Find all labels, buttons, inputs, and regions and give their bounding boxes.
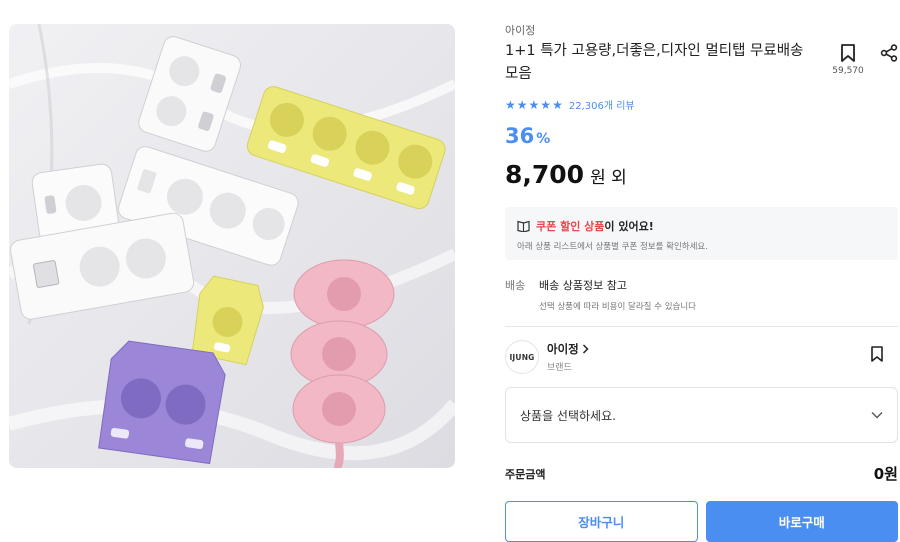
share-icon	[880, 44, 898, 62]
wishlist: 59,570	[830, 44, 866, 76]
brand-link-top[interactable]: 아이정	[505, 22, 535, 38]
coupon-icon	[517, 220, 530, 232]
star-icon: ★	[516, 97, 528, 112]
brand-bookmark-button[interactable]	[870, 346, 884, 362]
rating[interactable]: ★ ★ ★ ★ ★ 22,306개 리뷰	[505, 97, 635, 113]
brand-text[interactable]: 아이정 브랜드	[547, 341, 589, 373]
star-icon: ★	[540, 97, 552, 112]
product-image[interactable]	[9, 24, 455, 468]
brand-name-link[interactable]: 아이정	[547, 341, 589, 357]
brand-sub: 브랜드	[547, 363, 572, 373]
divider	[505, 326, 898, 327]
coupon-notice: 쿠폰 할인 상품이 있어요! 아래 상품 리스트에서 상품별 쿠폰 정보를 확인…	[505, 207, 898, 260]
order-total-value: 0원	[873, 465, 898, 483]
shipping-label: 배송	[505, 279, 526, 292]
product-photo	[9, 24, 455, 468]
shipping-main: 배송 상품정보 참고	[539, 279, 627, 292]
option-select[interactable]: 상품을 선택하세요.	[505, 387, 898, 443]
discount-value: 36	[505, 124, 535, 148]
brand-row: IJUNG 아이정 브랜드	[505, 338, 898, 376]
chevron-right-icon	[582, 344, 589, 354]
bookmark-icon	[871, 346, 883, 362]
star-icon: ★	[505, 97, 516, 112]
coupon-highlight: 쿠폰 할인 상품	[536, 220, 605, 233]
bookmark-icon	[841, 44, 855, 62]
discount-rate: 36%	[505, 124, 550, 148]
add-to-cart-button[interactable]: 장바구니	[505, 501, 698, 542]
brand-name: 아이정	[547, 342, 579, 356]
rating-stars: ★ ★ ★ ★ ★	[505, 99, 563, 111]
coupon-subtext: 아래 상품 리스트에서 상품별 쿠폰 정보를 확인하세요.	[517, 242, 708, 252]
bookmark-button[interactable]	[840, 44, 856, 62]
review-count[interactable]: 22,306개 리뷰	[569, 97, 635, 112]
star-icon: ★	[552, 97, 563, 112]
shipping-info: 배송 배송 상품정보 참고 선택 상품에 따라 비용이 달라질 수 있습니다	[505, 277, 898, 312]
brand-logo[interactable]: IJUNG	[505, 340, 539, 374]
chevron-down-icon	[871, 412, 883, 419]
title-actions: 59,570	[830, 44, 898, 76]
option-select-placeholder: 상품을 선택하세요.	[520, 408, 616, 423]
order-total-label: 주문금액	[505, 467, 546, 481]
coupon-rest: 이 있어요!	[604, 220, 654, 233]
product-page: 아이정 1+1 특가 고용량,더좋은,디자인 멀티탭 무료배송 모음 59,57…	[0, 0, 900, 542]
coupon-line: 쿠폰 할인 상품이 있어요!	[517, 218, 886, 234]
price: 8,700 원 외	[505, 160, 627, 189]
buy-now-button[interactable]: 바로구매	[705, 501, 898, 542]
product-title: 1+1 특가 고용량,더좋은,디자인 멀티탭 무료배송 모음	[505, 43, 804, 82]
shipping-subtext: 선택 상품에 따라 비용이 달라질 수 있습니다	[539, 302, 696, 312]
price-unit: 원 외	[590, 168, 627, 188]
discount-unit: %	[536, 131, 551, 147]
order-total: 주문금액 0원	[505, 463, 898, 484]
product-info-panel: 아이정 1+1 특가 고용량,더좋은,디자인 멀티탭 무료배송 모음 59,57…	[505, 0, 898, 542]
purchase-buttons: 장바구니 바로구매	[505, 501, 898, 542]
wishlist-count: 59,570	[832, 66, 864, 76]
price-value: 8,700	[505, 160, 585, 189]
share-button[interactable]	[880, 44, 898, 62]
star-icon: ★	[528, 97, 540, 112]
